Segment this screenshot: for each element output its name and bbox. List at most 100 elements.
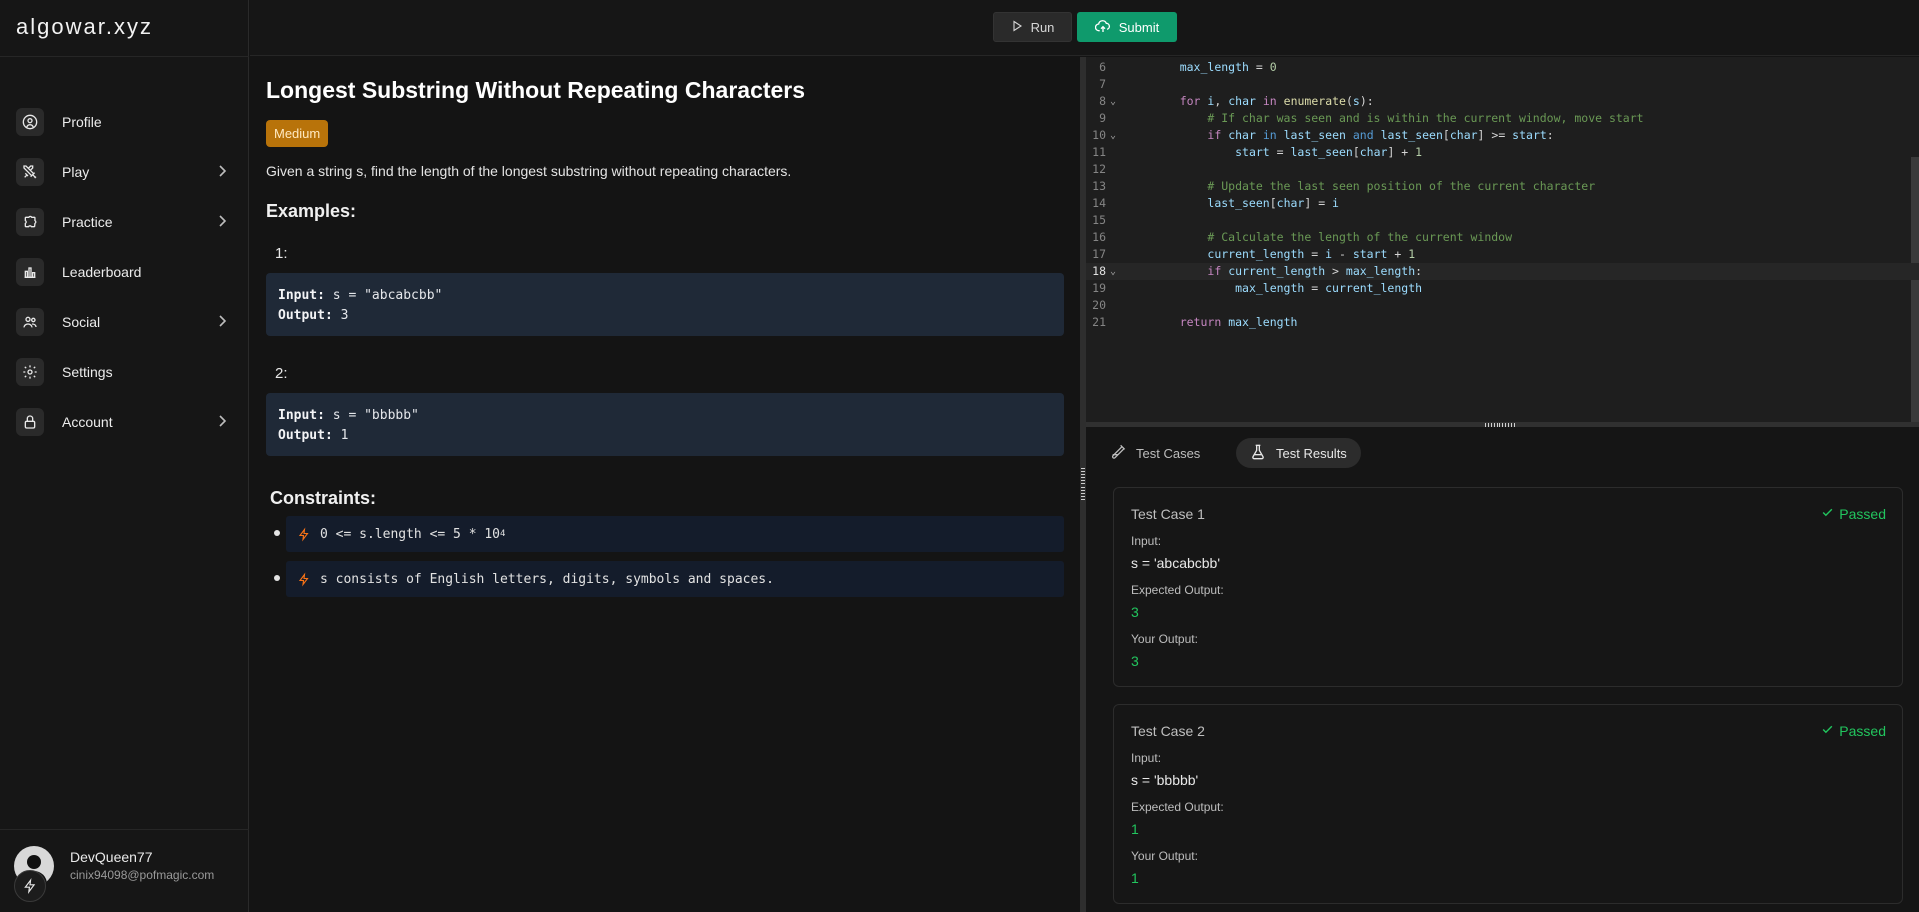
line-number: 17 [1092, 247, 1106, 261]
lightning-icon[interactable] [14, 870, 46, 902]
status-badge: Passed [1821, 723, 1886, 739]
tab-test-cases[interactable]: Test Cases [1096, 438, 1214, 468]
constraint-text: s consists of English letters, digits, s… [320, 571, 774, 587]
code-text: max_length = 0 [1179, 60, 1277, 74]
app-root: algowar.xyz Profile Play Practice Leader… [0, 0, 1919, 912]
status-text: Passed [1839, 723, 1886, 739]
examples-heading: Examples: [266, 201, 357, 221]
user-profile-card[interactable]: DevQueen77 cinix94098@pofmagic.com [14, 846, 244, 902]
code-line[interactable]: 7 [1086, 76, 1919, 93]
test-tube-diagonal-icon [1110, 444, 1126, 463]
code-editor[interactable]: 6 max_length = 0 7 8 ⌄ for i, char in enume… [1086, 57, 1919, 422]
sidebar-nav: Profile Play Practice Leaderboard Social… [0, 97, 249, 447]
code-line[interactable]: 14 last_seen[char] = i [1086, 195, 1919, 212]
input-value: s = 'bbbbb' [1131, 772, 1199, 788]
difficulty-badge: Medium [266, 120, 329, 147]
example-output: 3 [332, 308, 349, 323]
problem-title: Longest Substring Without Repeating Char… [266, 77, 806, 103]
fold-chevron-icon[interactable]: ⌄ [1110, 263, 1116, 280]
code-line[interactable]: 16 # Calculate the length of the current… [1086, 229, 1919, 246]
sidebar-item-label: Profile [62, 114, 102, 130]
bullet [274, 530, 280, 536]
sidebar-item-play[interactable]: Play [0, 147, 249, 197]
code-line[interactable]: 18 ⌄ if current_length > max_length: [1086, 263, 1919, 280]
example-input: s = "bbbbb" [324, 408, 419, 423]
user-email: cinix94098@pofmagic.com [70, 868, 215, 882]
example-number: 2: [275, 365, 288, 382]
check-icon [1821, 506, 1834, 522]
code-text: if current_length > max_length: [1207, 264, 1423, 278]
line-number: 9 [1099, 111, 1106, 125]
constraint-box: 0 <= s.length <= 5 * 10 4 [286, 516, 1064, 552]
code-line[interactable]: 11 start = last_seen[char] + 1 [1086, 144, 1919, 161]
your-output-value: 3 [1131, 653, 1139, 669]
code-line[interactable]: 6 max_length = 0 [1086, 59, 1919, 76]
line-number: 7 [1099, 77, 1106, 91]
fold-chevron-icon[interactable]: ⌄ [1110, 93, 1116, 110]
results-panel: Test Cases Test Results Test Case 1 Pass… [1086, 427, 1919, 912]
status-badge: Passed [1821, 506, 1886, 522]
code-line[interactable]: 12 [1086, 161, 1919, 178]
line-number: 10 [1092, 128, 1106, 142]
code-line[interactable]: 20 [1086, 297, 1919, 314]
code-line[interactable]: 9 # If char was seen and is within the c… [1086, 110, 1919, 127]
example-output-label: Output: [278, 428, 333, 443]
line-number: 8 [1099, 94, 1106, 108]
sidebar-footer-divider [0, 829, 249, 830]
code-text: last_seen[char] = i [1207, 196, 1339, 210]
chevron-right-icon [217, 164, 227, 183]
sidebar-item-social[interactable]: Social [0, 297, 249, 347]
users-icon [16, 308, 44, 336]
example-output: 1 [332, 428, 349, 443]
puzzle-icon [16, 208, 44, 236]
test-case-title: Test Case 2 [1131, 723, 1205, 739]
lightning-icon [298, 572, 310, 587]
sidebar-item-profile[interactable]: Profile [0, 97, 249, 147]
line-number: 14 [1092, 196, 1106, 210]
lightning-icon [298, 527, 310, 542]
sidebar-item-account[interactable]: Account [0, 397, 249, 447]
app-logo[interactable]: algowar.xyz [16, 14, 153, 40]
expected-output-value: 3 [1131, 604, 1139, 620]
constraint-item: 0 <= s.length <= 5 * 10 4 [266, 516, 1064, 552]
sidebar-item-settings[interactable]: Settings [0, 347, 249, 397]
run-button[interactable]: Run [993, 12, 1072, 42]
code-line[interactable]: 8 ⌄ for i, char in enumerate(s): [1086, 93, 1919, 110]
sidebar-item-practice[interactable]: Practice [0, 197, 249, 247]
input-label: Input: [1131, 751, 1162, 765]
sidebar-item-leaderboard[interactable]: Leaderboard [0, 247, 249, 297]
tab-test-results[interactable]: Test Results [1236, 438, 1361, 468]
code-line[interactable]: 15 [1086, 212, 1919, 229]
sidebar-item-label: Settings [62, 364, 113, 380]
input-label: Input: [1131, 534, 1162, 548]
code-text: max_length = current_length [1235, 281, 1423, 295]
code-line[interactable]: 21 return max_length [1086, 314, 1919, 331]
code-line[interactable]: 17 current_length = i - start + 1 [1086, 246, 1919, 263]
code-line[interactable]: 19 max_length = current_length [1086, 280, 1919, 297]
line-number: 15 [1092, 213, 1106, 227]
bullet [274, 575, 280, 581]
submit-button[interactable]: Submit [1077, 12, 1177, 42]
chevron-right-icon [217, 214, 227, 233]
fold-chevron-icon[interactable]: ⌄ [1110, 127, 1116, 144]
test-case-card: Test Case 1 Passed Input: s = 'abcabcbb'… [1113, 487, 1903, 687]
example-box: Input: s = "abcabcbb" Output: 3 [266, 273, 1064, 336]
your-output-value: 1 [1131, 870, 1139, 886]
code-line[interactable]: 13 # Update the last seen position of th… [1086, 178, 1919, 195]
problem-panel: Longest Substring Without Repeating Char… [250, 57, 1080, 912]
constraint-item: s consists of English letters, digits, s… [266, 561, 1064, 597]
problem-description: Given a string s, find the length of the… [266, 163, 792, 179]
code-line[interactable]: 10 ⌄ if char in last_seen and last_seen[c… [1086, 127, 1919, 144]
code-text: return max_length [1179, 315, 1298, 329]
sidebar-item-label: Account [62, 414, 113, 430]
code-text: if char in last_seen and last_seen[char]… [1207, 128, 1554, 142]
line-number: 11 [1092, 145, 1106, 159]
sidebar-divider [0, 56, 249, 57]
run-label: Run [1030, 19, 1055, 35]
lock-icon [16, 408, 44, 436]
code-text: # Calculate the length of the current wi… [1207, 230, 1513, 244]
expected-output-label: Expected Output: [1131, 583, 1224, 597]
line-number: 20 [1092, 298, 1106, 312]
constraint-box: s consists of English letters, digits, s… [286, 561, 1064, 597]
chevron-right-icon [217, 414, 227, 433]
